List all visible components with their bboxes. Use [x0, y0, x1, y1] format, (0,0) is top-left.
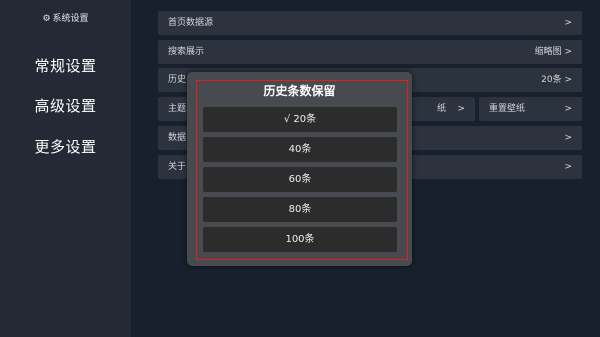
sidebar-item-general[interactable]: 常规设置	[0, 55, 131, 76]
option-100[interactable]: 100条	[203, 227, 397, 252]
chevron-right-icon: >	[457, 104, 465, 114]
option-80[interactable]: 80条	[203, 197, 397, 222]
setting-label: 历史	[168, 75, 187, 85]
reset-wallpaper-button[interactable]: 重置壁纸 >	[479, 97, 582, 121]
dialog-title: 历史条数保留	[263, 84, 336, 98]
setting-label: 主题	[168, 104, 187, 114]
setting-value: 20条 >	[541, 75, 572, 85]
setting-label: 搜索展示	[168, 47, 205, 57]
setting-label: 重置壁纸	[489, 104, 526, 114]
sidebar: ⚙ 系统设置 常规设置 高级设置 更多设置	[0, 0, 131, 337]
gear-icon: ⚙	[42, 14, 51, 24]
sidebar-header: ⚙ 系统设置	[0, 11, 131, 24]
setting-label: 关于	[168, 162, 187, 172]
option-40[interactable]: 40条	[203, 137, 397, 162]
chevron-right-icon: >	[564, 104, 572, 114]
setting-label: 数据	[168, 133, 187, 143]
option-20[interactable]: √ 20条	[203, 107, 397, 132]
setting-value: 纸	[437, 104, 447, 114]
setting-value: 缩略图 >	[534, 47, 572, 57]
setting-value: >	[564, 162, 572, 172]
setting-row-home-source[interactable]: 首页数据源 >	[158, 11, 582, 35]
setting-row-search-display[interactable]: 搜索展示 缩略图 >	[158, 40, 582, 64]
sidebar-item-more[interactable]: 更多设置	[0, 136, 131, 157]
sidebar-header-title: 系统设置	[52, 14, 89, 24]
setting-value: >	[564, 18, 572, 28]
option-60[interactable]: 60条	[203, 167, 397, 192]
setting-value: >	[564, 133, 572, 143]
setting-label: 首页数据源	[168, 18, 214, 28]
sidebar-item-advanced[interactable]: 高级设置	[0, 95, 131, 116]
